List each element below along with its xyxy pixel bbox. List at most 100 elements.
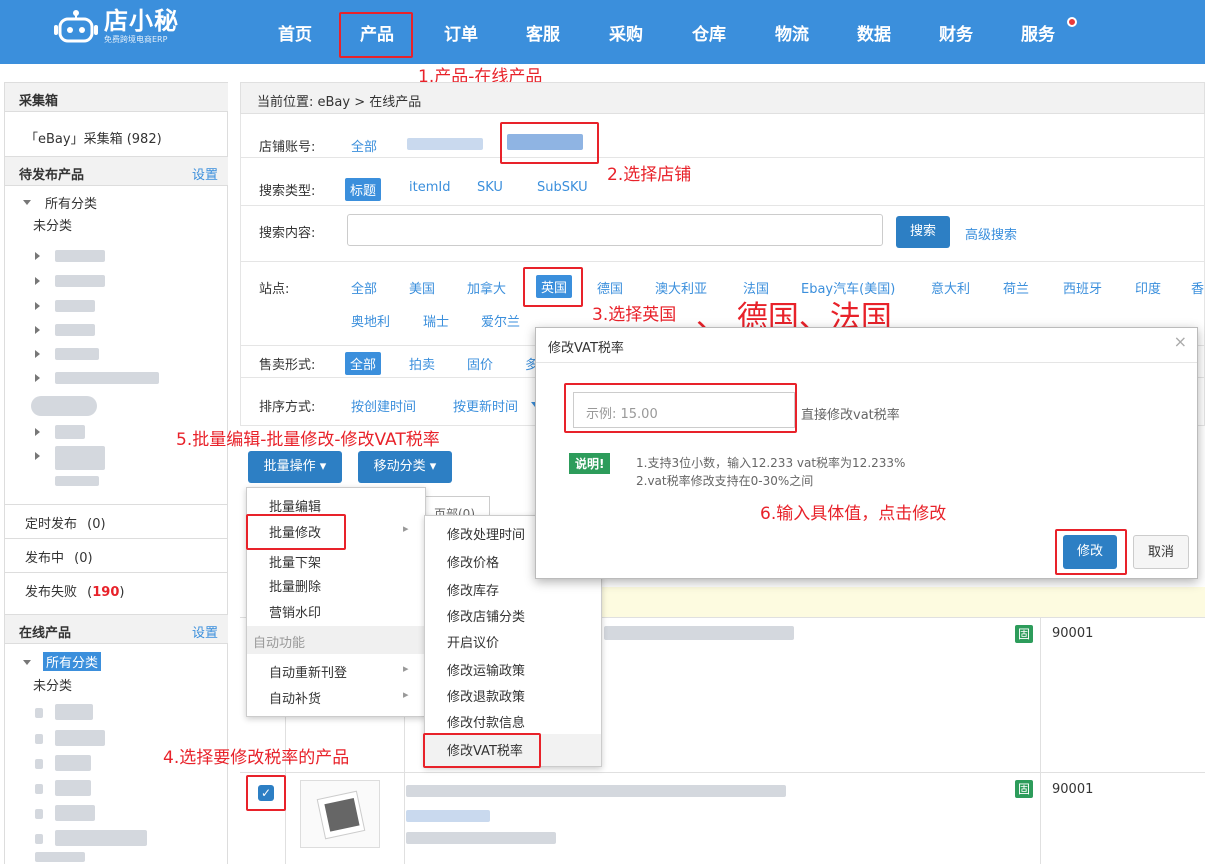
site-es[interactable]: 西班牙 [1063, 278, 1102, 297]
menu-auto-restock[interactable]: 自动补货 [269, 688, 321, 707]
annotation-box-vat [423, 733, 541, 768]
sale-all[interactable]: 全部 [345, 352, 382, 375]
search-type-label: 搜索类型: [259, 184, 316, 199]
menu-modify-shipping[interactable]: 修改运输政策 [447, 660, 525, 679]
pending-settings-link[interactable]: 设置 [192, 164, 218, 183]
sidebar-online-all[interactable]: 所有分类 [43, 652, 102, 671]
nav-data[interactable]: 数据 [857, 20, 891, 45]
site-all[interactable]: 全部 [351, 278, 377, 297]
menu-modify-price[interactable]: 修改价格 [447, 552, 499, 571]
nav-warehouse[interactable]: 仓库 [692, 20, 726, 45]
search-type-itemid[interactable]: itemId [409, 180, 450, 195]
sidebar-collect-box[interactable]: 采集箱 [5, 82, 228, 112]
close-icon[interactable]: × [1174, 332, 1187, 351]
site-it[interactable]: 意大利 [931, 278, 970, 297]
bulk-action-button[interactable]: 批量操作 ▾ [248, 451, 342, 483]
search-type-sku[interactable]: SKU [477, 180, 503, 195]
menu-modify-return[interactable]: 修改退款政策 [447, 686, 525, 705]
info-bar [570, 587, 1205, 617]
filter-shop: 店铺账号: 全部 [240, 114, 1205, 158]
move-category-button[interactable]: 移动分类 ▾ [358, 451, 452, 483]
sidebar-publishing[interactable]: 发布中 (0) [5, 538, 228, 572]
annotation-box-bulk-modify [246, 514, 346, 550]
advanced-search-link[interactable]: 高级搜索 [965, 224, 1017, 243]
site-nl[interactable]: 荷兰 [1003, 278, 1029, 297]
modal-title: 修改VAT税率 [548, 341, 624, 356]
nav-logistics[interactable]: 物流 [775, 20, 809, 45]
blurred-category [35, 809, 43, 819]
blurred-category [55, 704, 93, 720]
search-content-label: 搜索内容: [259, 226, 316, 241]
nav-home[interactable]: 首页 [278, 20, 312, 45]
blurred-category [35, 734, 43, 744]
blurred-category [35, 852, 85, 862]
product-thumbnail[interactable] [300, 780, 380, 848]
menu-watermark[interactable]: 营销水印 [269, 602, 321, 621]
shop-all[interactable]: 全部 [351, 136, 377, 155]
annotation-box-uk [523, 267, 583, 307]
sale-label: 售卖形式: [259, 358, 316, 373]
site-ca[interactable]: 加拿大 [467, 278, 506, 297]
sale-fixed[interactable]: 固价 [467, 354, 493, 373]
blurred-category [55, 780, 91, 796]
caret-right-icon [35, 277, 40, 285]
sort-create[interactable]: 按创建时间 [351, 396, 416, 415]
nav-services[interactable]: 服务 [1021, 20, 1055, 45]
nav-finance[interactable]: 财务 [939, 20, 973, 45]
search-type-title[interactable]: 标题 [345, 178, 382, 201]
sidebar-failed[interactable]: 发布失败 (190) [5, 572, 228, 606]
logo[interactable]: 店小秘 免费跨境电商ERP [54, 8, 179, 45]
site-ch[interactable]: 瑞士 [423, 311, 449, 330]
menu-auto-relist[interactable]: 自动重新刊登 [269, 662, 347, 681]
sidebar-ebay-box[interactable]: 「eBay」采集箱 (982) [25, 128, 162, 147]
scheduled-label: 定时发布 [25, 517, 78, 532]
menu-enable-offer[interactable]: 开启议价 [447, 632, 499, 651]
menu-modify-handling[interactable]: 修改处理时间 [447, 524, 525, 543]
site-us[interactable]: 美国 [409, 278, 435, 297]
site-in[interactable]: 印度 [1135, 278, 1161, 297]
annotation-box-input [564, 383, 797, 433]
menu-modify-store-category[interactable]: 修改店铺分类 [447, 606, 525, 625]
chevron-right-icon: ▸ [403, 522, 409, 535]
sidebar-uncategorized[interactable]: 未分类 [33, 215, 72, 234]
blurred-category [55, 446, 105, 470]
nav-order[interactable]: 订单 [444, 20, 478, 45]
blurred-title [604, 626, 794, 640]
sidebar-online-uncat[interactable]: 未分类 [33, 675, 72, 694]
blurred-shop[interactable] [407, 138, 483, 150]
caret-down-icon [23, 200, 31, 205]
blurred-title [406, 785, 786, 797]
sidebar-pending-label: 待发布产品 [19, 168, 85, 183]
sidebar-all-categories[interactable]: 所有分类 [45, 193, 97, 212]
site-ie[interactable]: 爱尔兰 [481, 311, 520, 330]
site-de[interactable]: 德国 [597, 278, 623, 297]
site-hk[interactable]: 香 [1191, 278, 1204, 297]
menu-bulk-edit[interactable]: 批量编辑 [269, 496, 321, 515]
menu-bulk-delete[interactable]: 批量删除 [269, 576, 321, 595]
blurred-category [55, 300, 95, 312]
annotation-box-confirm [1055, 529, 1127, 575]
search-type-subsku[interactable]: SubSKU [537, 180, 588, 195]
cancel-button[interactable]: 取消 [1133, 535, 1189, 569]
site-at[interactable]: 奥地利 [351, 311, 390, 330]
menu-modify-stock[interactable]: 修改库存 [447, 580, 499, 599]
brand-name: 店小秘 [104, 7, 179, 35]
sort-update[interactable]: 按更新时间 [453, 396, 518, 415]
menu-bulk-delist[interactable]: 批量下架 [269, 552, 321, 571]
sidebar-online-label: 在线产品 [19, 626, 72, 641]
caret-right-icon [35, 350, 40, 358]
annotation-box-product [339, 12, 413, 58]
sidebar-scheduled[interactable]: 定时发布 (0) [5, 504, 228, 538]
sort-label: 排序方式: [259, 400, 316, 415]
table-divider [1040, 617, 1041, 864]
nav-service[interactable]: 客服 [526, 20, 560, 45]
search-button[interactable]: 搜索 [896, 216, 950, 248]
blurred-category [31, 396, 97, 416]
caret-right-icon [35, 326, 40, 334]
online-settings-link[interactable]: 设置 [192, 622, 218, 641]
menu-modify-payment[interactable]: 修改付款信息 [447, 712, 525, 731]
sale-auction[interactable]: 拍卖 [409, 354, 435, 373]
search-input[interactable] [347, 214, 883, 246]
blurred-category [55, 275, 105, 287]
nav-purchase[interactable]: 采购 [609, 20, 643, 45]
